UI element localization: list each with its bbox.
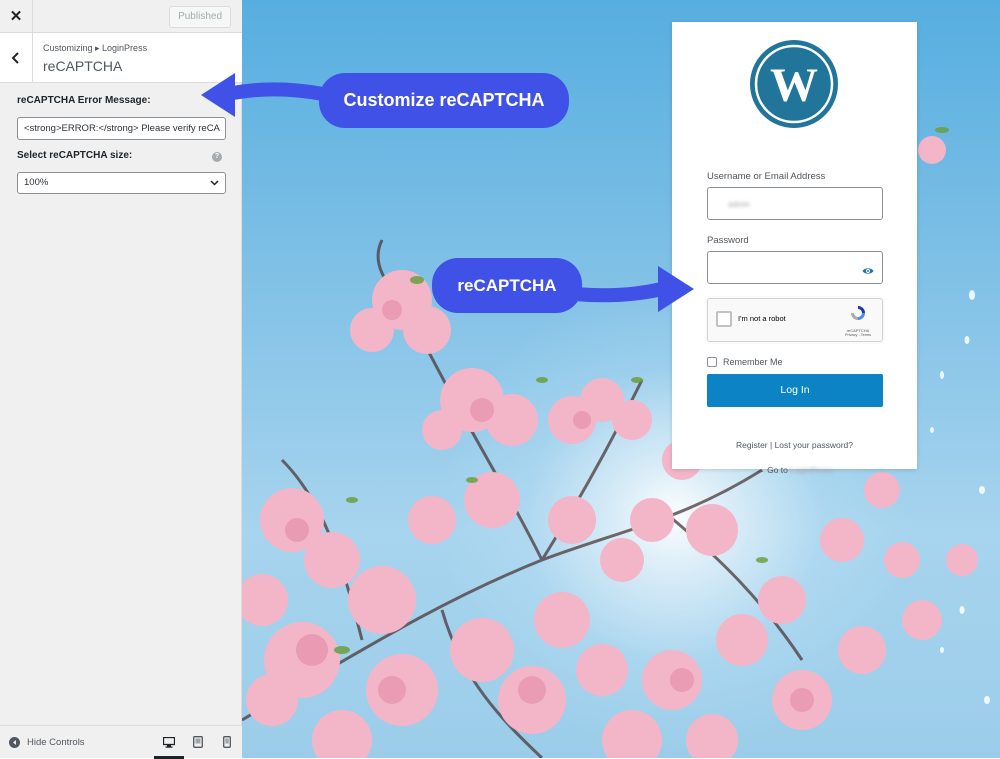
- close-icon[interactable]: ✕: [0, 0, 33, 32]
- customize-recaptcha-callout: Customize reCAPTCHA: [319, 73, 569, 128]
- wordpress-logo[interactable]: W: [749, 39, 839, 129]
- username-label: Username or Email Address: [707, 171, 826, 182]
- recaptcha-logo-icon: reCAPTCHA Privacy - Terms: [842, 304, 874, 337]
- password-label: Password: [707, 235, 749, 246]
- hide-controls-label: Hide Controls: [27, 737, 85, 748]
- recaptcha-callout: reCAPTCHA: [432, 258, 582, 313]
- username-input[interactable]: admin: [707, 187, 883, 220]
- svg-text:W: W: [770, 59, 818, 112]
- error-message-label: reCAPTCHA Error Message:: [17, 95, 151, 106]
- help-icon[interactable]: ?: [212, 152, 222, 162]
- desktop-icon[interactable]: [162, 735, 176, 749]
- breadcrumb: Customizing ▸ LoginPress: [43, 43, 148, 53]
- site-name: LoginPress: [790, 465, 833, 475]
- chevron-down-icon: [210, 173, 219, 201]
- remember-me-label: Remember Me: [723, 357, 783, 367]
- chevron-left-icon[interactable]: [0, 33, 33, 82]
- hide-controls-button[interactable]: Hide Controls: [9, 737, 85, 748]
- recaptcha-label: I'm not a robot: [738, 314, 786, 323]
- arrow-right-icon: [570, 266, 694, 312]
- go-to-prefix: ← Go to: [756, 465, 788, 475]
- recaptcha-links[interactable]: Privacy - Terms: [842, 333, 874, 337]
- size-select-value: 100%: [24, 177, 49, 188]
- size-select[interactable]: 100%: [17, 172, 226, 194]
- remember-me-checkbox[interactable]: [707, 357, 717, 367]
- register-lost-password-links[interactable]: Register | Lost your password?: [672, 440, 917, 450]
- size-label: Select reCAPTCHA size:: [17, 150, 133, 161]
- username-value: admin: [728, 200, 750, 209]
- login-button[interactable]: Log In: [707, 374, 883, 407]
- arrow-left-circle-icon: [9, 737, 20, 748]
- section-title: reCAPTCHA: [43, 58, 123, 74]
- customizer-topbar: ✕ Published: [0, 0, 242, 33]
- go-to-site-link[interactable]: ← Go to LoginPress: [672, 465, 917, 475]
- customizer-footer: Hide Controls: [0, 725, 242, 759]
- recaptcha-widget: I'm not a robot reCAPTCHA Privacy - Term…: [707, 298, 883, 342]
- eye-icon[interactable]: [862, 263, 874, 281]
- password-input[interactable]: [707, 251, 883, 284]
- remember-me[interactable]: Remember Me: [707, 357, 783, 367]
- mobile-icon[interactable]: [220, 735, 234, 749]
- tablet-icon[interactable]: [191, 735, 205, 749]
- arrow-left-icon: [201, 73, 330, 117]
- login-form: W Username or Email Address admin Passwo…: [672, 22, 917, 475]
- publish-button[interactable]: Published: [169, 6, 231, 28]
- recaptcha-checkbox[interactable]: [716, 311, 732, 327]
